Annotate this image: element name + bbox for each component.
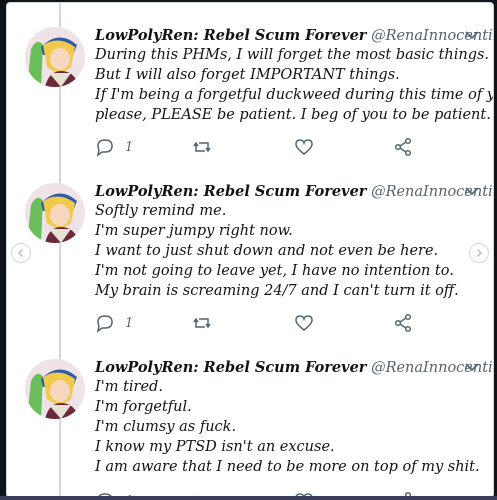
avatar[interactable] bbox=[25, 183, 85, 243]
reply-count: 1 bbox=[125, 139, 134, 155]
chevron-left-icon bbox=[18, 249, 23, 257]
previous-arrow-button[interactable] bbox=[11, 243, 31, 263]
like-button[interactable] bbox=[294, 311, 314, 335]
retweet-icon bbox=[193, 317, 211, 329]
retweet-icon bbox=[193, 141, 211, 153]
tweet-line: If I'm being a forgetful duckweed during… bbox=[95, 87, 494, 103]
avatar[interactable] bbox=[25, 359, 85, 419]
tweet-text: During this PHMs, I will forget the most… bbox=[95, 45, 494, 125]
tweet-line: please, PLEASE be patient. I beg of you … bbox=[95, 107, 491, 123]
tweet-line: During this PHMs, I will forget the most… bbox=[95, 47, 490, 63]
tweet-text: Softly remind me. I'm super jumpy right … bbox=[95, 201, 485, 301]
share-icon bbox=[394, 313, 412, 333]
heart-icon bbox=[295, 139, 313, 155]
tweet-header: LowPolyRen: Rebel Scum Forever @RenaInno… bbox=[95, 357, 493, 379]
reply-button[interactable]: 1 bbox=[95, 135, 133, 159]
reply-icon bbox=[96, 315, 113, 333]
tweet-line: My brain is screaming 24/7 and I can't t… bbox=[95, 283, 459, 299]
tweet[interactable]: LowPolyRen: Rebel Scum Forever @RenaInno… bbox=[7, 357, 493, 497]
reply-button[interactable]: 1 bbox=[95, 311, 133, 335]
display-name[interactable]: LowPolyRen: Rebel Scum Forever bbox=[95, 27, 366, 44]
reply-count: 1 bbox=[125, 315, 134, 331]
tweet[interactable]: LowPolyRen: Rebel Scum Forever @RenaInno… bbox=[7, 25, 493, 185]
chevron-down-icon[interactable] bbox=[465, 186, 479, 196]
tweet-line: I'm tired. bbox=[95, 379, 163, 395]
chevron-down-icon[interactable] bbox=[465, 30, 479, 40]
display-name[interactable]: LowPolyRen: Rebel Scum Forever bbox=[95, 359, 366, 376]
display-name[interactable]: LowPolyRen: Rebel Scum Forever bbox=[95, 183, 366, 200]
tweet-line: I am aware that I need to be more on top… bbox=[95, 459, 480, 475]
tweet-header: LowPolyRen: Rebel Scum Forever @RenaInno… bbox=[95, 25, 493, 47]
background-strip bbox=[0, 496, 497, 500]
retweet-button[interactable] bbox=[192, 311, 212, 335]
tweet-line: I'm forgetful. bbox=[95, 399, 192, 415]
share-button[interactable] bbox=[393, 135, 413, 159]
tweet-line: I want to just shut down and not even be… bbox=[95, 243, 439, 259]
chevron-right-icon bbox=[477, 249, 482, 257]
avatar[interactable] bbox=[25, 27, 85, 87]
tweet-line: I'm super jumpy right now. bbox=[95, 223, 293, 239]
like-button[interactable] bbox=[294, 135, 314, 159]
tweet[interactable]: LowPolyRen: Rebel Scum Forever @RenaInno… bbox=[7, 181, 493, 351]
tweet-line: I'm not going to leave yet, I have no in… bbox=[95, 263, 454, 279]
tweet-actions: 1 bbox=[95, 135, 435, 159]
tweet-thread-panel: LowPolyRen: Rebel Scum Forever @RenaInno… bbox=[6, 2, 494, 498]
chevron-down-icon[interactable] bbox=[465, 362, 479, 372]
heart-icon bbox=[295, 315, 313, 331]
share-icon bbox=[394, 137, 412, 157]
next-arrow-button[interactable] bbox=[469, 243, 489, 263]
tweet-header: LowPolyRen: Rebel Scum Forever @RenaInno… bbox=[95, 181, 493, 203]
reply-icon bbox=[96, 139, 113, 157]
tweet-line: But I will also forget IMPORTANT things. bbox=[95, 67, 400, 83]
tweet-actions: 1 bbox=[95, 311, 435, 335]
tweet-text: I'm tired. I'm forgetful. I'm clumsy as … bbox=[95, 377, 485, 477]
retweet-button[interactable] bbox=[192, 135, 212, 159]
share-button[interactable] bbox=[393, 311, 413, 335]
tweet-line: Softly remind me. bbox=[95, 203, 227, 219]
tweet-line: I'm clumsy as fuck. bbox=[95, 419, 237, 435]
tweet-line: I know my PTSD isn't an excuse. bbox=[95, 439, 335, 455]
